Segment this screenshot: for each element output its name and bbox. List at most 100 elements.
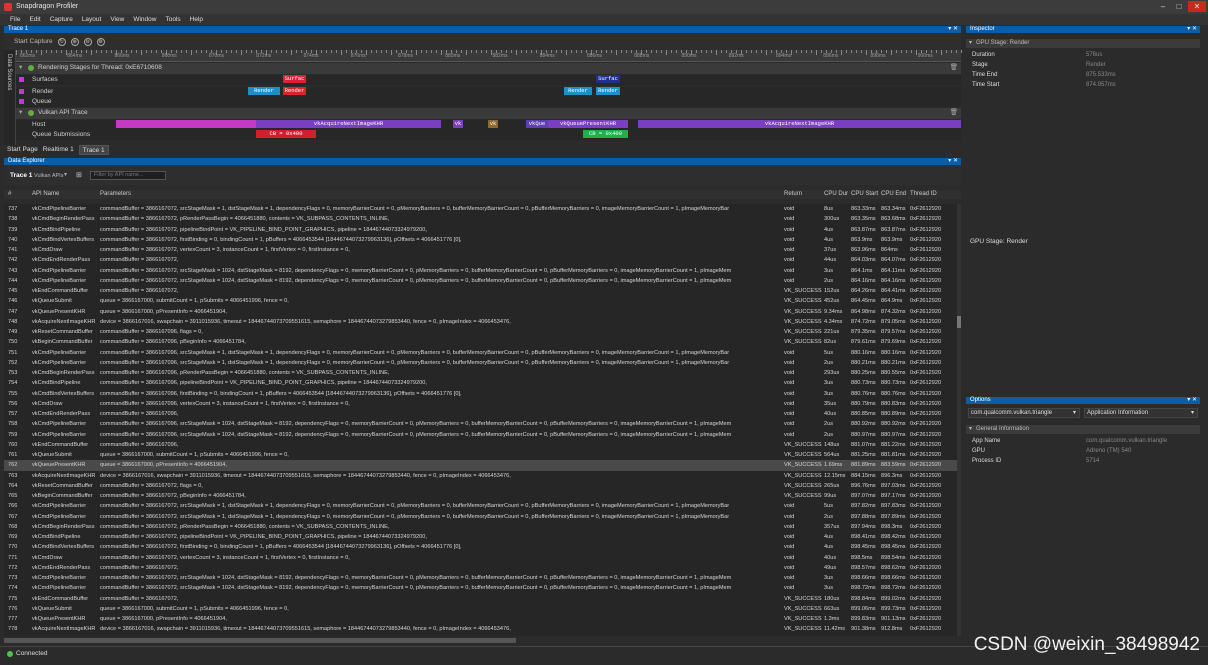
capture-option-icon[interactable]: ↻ [57,37,66,46]
column-header[interactable]: API Name [32,190,99,199]
menu-edit[interactable]: Edit [29,14,40,25]
table-row[interactable]: 770 vkCmdBindVertexBuffers commandBuffer =… [4,542,957,552]
track-queue[interactable]: Queue [16,97,961,107]
track-queue-submissions[interactable]: Queue Submissions CB = 0x400 CB = 0x400 [16,130,961,140]
trash-icon[interactable]: 🗑 [950,108,958,118]
table-row[interactable]: 747 vkQueuePresentKHR queue = 3866167000, … [4,307,957,317]
table-row[interactable]: 744 vkCmdPipelineBarrier commandBuffer = 3… [4,276,957,286]
table-row[interactable]: 749 vkResetCommandBuffer commandBuffer = 3… [4,327,957,337]
surface-bar[interactable]: Surfac [283,75,306,83]
table-row[interactable]: 771 vkCmdDraw commandBuffer = 3866167072, … [4,553,957,563]
horizontal-scrollbar[interactable] [4,638,516,643]
panel-controls-icon[interactable]: ▾ ✕ [1187,397,1197,404]
table-row[interactable]: 775 vkEndCommandBuffer commandBuffer = 386… [4,594,957,604]
table-row[interactable]: 762 vkQueuePresentKHR queue = 3866167000, … [4,460,957,471]
host-bar[interactable]: vk [488,120,498,128]
panel-controls-icon[interactable]: ▾ ✕ [948,26,958,33]
track-surfaces[interactable]: Surfaces Surfac Surfac [16,75,961,85]
acquire-bar[interactable]: vkAcquireNextImageKHR [638,120,961,128]
table-row[interactable]: 751 vkCmdPipelineBarrier commandBuffer = 3… [4,348,957,358]
table-row[interactable]: 737 vkCmdPipelineBarrier commandBuffer = 3… [4,204,957,214]
scrollbar-thumb[interactable] [957,316,961,328]
table-row[interactable]: 740 vkCmdBindVertexBuffers commandBuffer =… [4,235,957,245]
menu-layout[interactable]: Layout [82,14,102,25]
column-header[interactable]: Return [784,190,822,199]
table-row[interactable]: 767 vkCmdPipelineBarrier commandBuffer = 3… [4,512,957,522]
table-row[interactable]: 752 vkCmdPipelineBarrier commandBuffer = 3… [4,358,957,368]
api-table[interactable]: 737 vkCmdPipelineBarrier commandBuffer = 3… [4,204,957,636]
minimize-icon[interactable]: – [1156,1,1170,12]
collapse-icon[interactable]: ▾ [19,108,22,118]
menu-capture[interactable]: Capture [50,14,73,25]
track-render[interactable]: Render Render Render Render Render [16,87,961,97]
column-header[interactable]: CPU End [881,190,909,199]
settings-icon[interactable]: ⚙ [96,37,105,46]
dropdown-icon[interactable]: ▾ [64,171,67,178]
trash-icon[interactable]: 🗑 [950,63,958,73]
table-row[interactable]: 755 vkCmdBindVertexBuffers commandBuffer =… [4,389,957,399]
tab-trace-1[interactable]: Trace 1 [78,145,109,155]
zoom-out-icon[interactable]: ⊖ [83,37,92,46]
table-row[interactable]: 763 vkAcquireNextImageKHR device = 3866167… [4,471,957,481]
trace-selector[interactable]: Trace 1 [10,172,32,179]
panel-controls-icon[interactable]: ▾ ✕ [1187,26,1197,33]
info-selector[interactable]: Application Information ▾ [1084,408,1198,418]
column-header[interactable]: CPU Dur [824,190,850,199]
table-row[interactable]: 766 vkCmdPipelineBarrier commandBuffer = 3… [4,501,957,511]
table-row[interactable]: 776 vkQueueSubmit queue = 3866167000, subm… [4,604,957,614]
menu-window[interactable]: Window [133,14,156,25]
host-bar[interactable] [116,120,256,128]
command-buffer-bar[interactable]: CB = 0x400 [256,130,316,138]
filter-input[interactable]: Filter by API name... [90,171,166,180]
table-row[interactable]: 759 vkCmdPipelineBarrier commandBuffer = 3… [4,430,957,440]
table-row[interactable]: 742 vkCmdEndRenderPass commandBuffer = 386… [4,255,957,265]
rendering-stages-group[interactable]: ▾ Rendering Stages for Thread: 0xE671060… [16,63,961,74]
table-row[interactable]: 774 vkCmdPipelineBarrier commandBuffer = 3… [4,583,957,593]
column-header[interactable]: Parameters [100,190,782,199]
table-row[interactable]: 772 vkCmdEndRenderPass commandBuffer = 386… [4,563,957,573]
render-bar[interactable]: Render [564,87,592,95]
command-buffer-bar[interactable]: CB = 0x400 [583,130,628,138]
surface-bar[interactable]: Surfac [596,75,620,83]
table-row[interactable]: 750 vkBeginCommandBuffer commandBuffer = 3… [4,337,957,347]
table-row[interactable]: 756 vkCmdDraw commandBuffer = 3866167096, … [4,399,957,409]
table-row[interactable]: 758 vkCmdPipelineBarrier commandBuffer = 3… [4,419,957,429]
render-bar[interactable]: Render [248,87,280,95]
table-row[interactable]: 753 vkCmdBeginRenderPass commandBuffer = 3… [4,368,957,378]
table-row[interactable]: 741 vkCmdDraw commandBuffer = 3866167072, … [4,245,957,255]
timeline-ruler[interactable]: 862ms 864ms 866ms 868ms 870ms 872ms 874ms 876ms… [16,50,962,62]
data-sources-tab[interactable]: Data Sources [4,50,16,145]
column-header[interactable]: # [8,190,30,199]
close-icon[interactable]: ✕ [1188,1,1206,12]
start-capture-button[interactable]: Start Capture [14,38,53,45]
render-bar[interactable]: Render [596,87,620,95]
app-selector[interactable]: com.qualcomm.vulkan.triangle ▾ [968,408,1080,418]
tab-start-page[interactable]: Start Page [7,145,38,155]
panel-controls-icon[interactable]: ▾ ✕ [948,158,958,165]
column-header[interactable]: CPU Start [851,190,880,199]
collapse-icon[interactable]: ▾ [969,39,972,48]
export-icon[interactable]: ⊞ [76,171,82,179]
table-row[interactable]: 760 vkEndCommandBuffer commandBuffer = 386… [4,440,957,450]
render-bar[interactable]: Render [283,87,306,95]
table-row[interactable]: 761 vkQueueSubmit queue = 3866167000, subm… [4,450,957,460]
collapse-icon[interactable]: ▾ [19,63,22,73]
queue-present-bar[interactable]: vkQueuePresentKHR [548,120,628,128]
menu-file[interactable]: File [10,14,20,25]
maximize-icon[interactable]: □ [1172,1,1186,12]
vulkan-api-trace-group[interactable]: ▾ Vulkan API Trace 🗑 [16,108,961,119]
inspector-section[interactable]: ▾ GPU Stage: Render [966,39,1200,48]
menu-tools[interactable]: Tools [165,14,180,25]
table-row[interactable]: 768 vkCmdBeginRenderPass commandBuffer = 3… [4,522,957,532]
table-row[interactable]: 754 vkCmdBindPipeline commandBuffer = 3866… [4,378,957,388]
table-row[interactable]: 777 vkQueuePresentKHR queue = 3866167000, … [4,614,957,624]
tab-realtime-1[interactable]: Realtime 1 [43,145,74,155]
host-bar[interactable]: vkQue [526,120,548,128]
collapse-icon[interactable]: ▾ [969,425,972,434]
zoom-icon[interactable]: ⊕ [70,37,79,46]
host-bar[interactable]: vk [453,120,463,128]
table-row[interactable]: 769 vkCmdBindPipeline commandBuffer = 3866… [4,532,957,542]
table-row[interactable]: 757 vkCmdEndRenderPass commandBuffer = 386… [4,409,957,419]
acquire-bar[interactable]: vkAcquireNextImageKHR [256,120,441,128]
table-row[interactable]: 765 vkBeginCommandBuffer commandBuffer = 3… [4,491,957,501]
